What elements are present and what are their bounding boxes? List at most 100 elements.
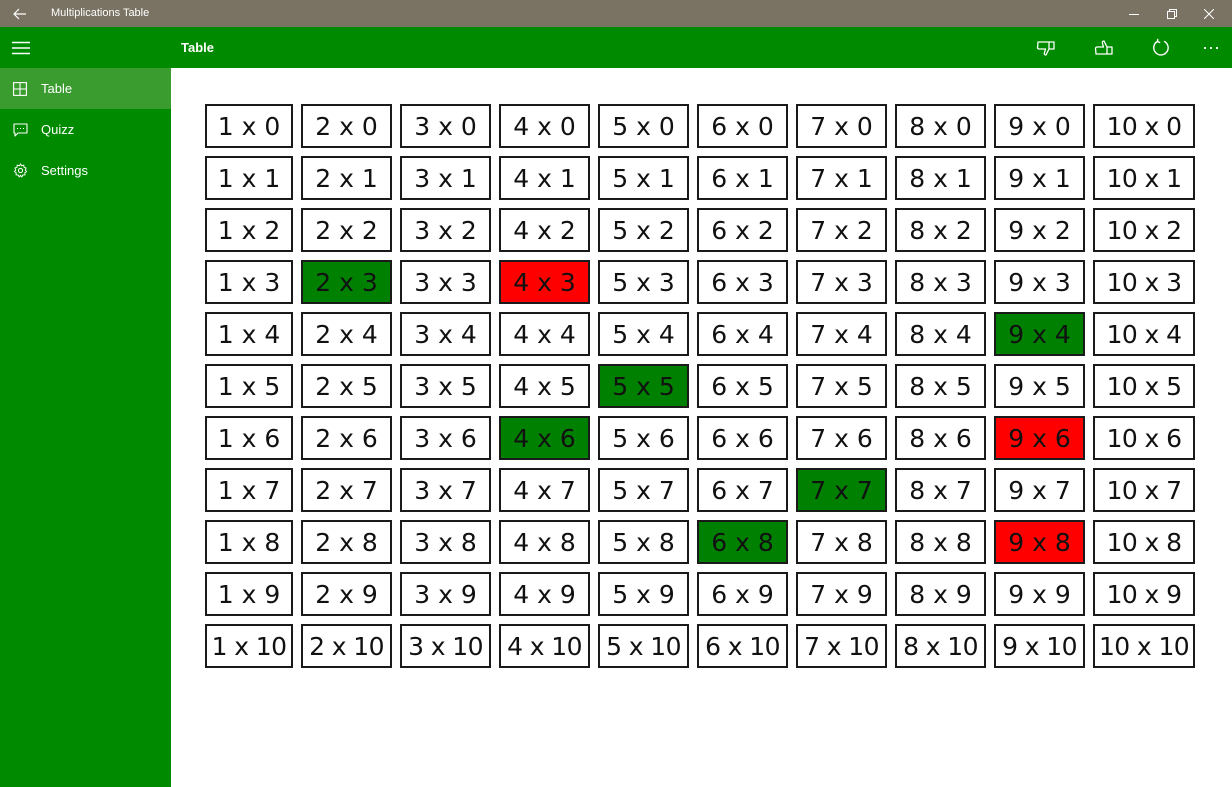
table-cell[interactable]: 6 x 0	[697, 104, 788, 148]
table-cell[interactable]: 9 x 5	[994, 364, 1085, 408]
table-cell[interactable]: 3 x 6	[400, 416, 491, 460]
table-cell[interactable]: 4 x 7	[499, 468, 590, 512]
table-cell[interactable]: 9 x 1	[994, 156, 1085, 200]
table-cell[interactable]: 10 x 8	[1093, 520, 1195, 564]
table-cell[interactable]: 8 x 6	[895, 416, 986, 460]
table-cell[interactable]: 6 x 4	[697, 312, 788, 356]
table-cell[interactable]: 9 x 2	[994, 208, 1085, 252]
table-cell[interactable]: 7 x 9	[796, 572, 887, 616]
table-cell[interactable]: 9 x 6	[994, 416, 1085, 460]
table-cell[interactable]: 2 x 2	[301, 208, 392, 252]
nav-item-quizz[interactable]: Quizz	[0, 109, 171, 150]
nav-item-settings[interactable]: Settings	[0, 150, 171, 191]
table-cell[interactable]: 10 x 10	[1093, 624, 1195, 668]
table-cell[interactable]: 2 x 5	[301, 364, 392, 408]
refresh-button[interactable]	[1141, 27, 1181, 68]
table-cell[interactable]: 3 x 1	[400, 156, 491, 200]
table-cell[interactable]: 4 x 0	[499, 104, 590, 148]
table-cell[interactable]: 3 x 10	[400, 624, 491, 668]
table-cell[interactable]: 8 x 4	[895, 312, 986, 356]
table-cell[interactable]: 4 x 8	[499, 520, 590, 564]
table-cell[interactable]: 4 x 5	[499, 364, 590, 408]
table-cell[interactable]: 5 x 7	[598, 468, 689, 512]
table-cell[interactable]: 1 x 0	[205, 104, 293, 148]
table-cell[interactable]: 2 x 9	[301, 572, 392, 616]
table-cell[interactable]: 1 x 9	[205, 572, 293, 616]
close-button[interactable]	[1186, 0, 1232, 27]
table-cell[interactable]: 3 x 7	[400, 468, 491, 512]
table-cell[interactable]: 5 x 6	[598, 416, 689, 460]
table-cell[interactable]: 3 x 0	[400, 104, 491, 148]
table-cell[interactable]: 6 x 2	[697, 208, 788, 252]
hamburger-button[interactable]	[0, 27, 41, 68]
table-cell[interactable]: 3 x 2	[400, 208, 491, 252]
table-cell[interactable]: 3 x 8	[400, 520, 491, 564]
table-cell[interactable]: 7 x 10	[796, 624, 887, 668]
table-cell[interactable]: 5 x 3	[598, 260, 689, 304]
table-cell[interactable]: 3 x 4	[400, 312, 491, 356]
table-cell[interactable]: 10 x 5	[1093, 364, 1195, 408]
thumbs-down-button[interactable]	[1026, 27, 1066, 68]
table-cell[interactable]: 9 x 4	[994, 312, 1085, 356]
table-cell[interactable]: 1 x 2	[205, 208, 293, 252]
table-cell[interactable]: 1 x 1	[205, 156, 293, 200]
table-cell[interactable]: 1 x 4	[205, 312, 293, 356]
table-cell[interactable]: 1 x 3	[205, 260, 293, 304]
table-cell[interactable]: 8 x 7	[895, 468, 986, 512]
table-cell[interactable]: 10 x 2	[1093, 208, 1195, 252]
table-cell[interactable]: 5 x 2	[598, 208, 689, 252]
table-cell[interactable]: 1 x 10	[205, 624, 293, 668]
table-cell[interactable]: 8 x 9	[895, 572, 986, 616]
table-cell[interactable]: 9 x 0	[994, 104, 1085, 148]
table-cell[interactable]: 1 x 8	[205, 520, 293, 564]
table-cell[interactable]: 9 x 3	[994, 260, 1085, 304]
table-cell[interactable]: 7 x 2	[796, 208, 887, 252]
table-cell[interactable]: 9 x 9	[994, 572, 1085, 616]
table-cell[interactable]: 10 x 4	[1093, 312, 1195, 356]
thumbs-up-button[interactable]	[1084, 27, 1124, 68]
table-cell[interactable]: 6 x 9	[697, 572, 788, 616]
table-cell[interactable]: 6 x 5	[697, 364, 788, 408]
table-cell[interactable]: 10 x 9	[1093, 572, 1195, 616]
table-cell[interactable]: 5 x 8	[598, 520, 689, 564]
table-cell[interactable]: 2 x 6	[301, 416, 392, 460]
table-cell[interactable]: 5 x 5	[598, 364, 689, 408]
table-cell[interactable]: 6 x 6	[697, 416, 788, 460]
table-cell[interactable]: 7 x 3	[796, 260, 887, 304]
table-cell[interactable]: 10 x 7	[1093, 468, 1195, 512]
more-button[interactable]	[1191, 27, 1231, 68]
table-cell[interactable]: 8 x 5	[895, 364, 986, 408]
table-cell[interactable]: 5 x 1	[598, 156, 689, 200]
table-cell[interactable]: 4 x 10	[499, 624, 590, 668]
table-cell[interactable]: 2 x 10	[301, 624, 392, 668]
table-cell[interactable]: 8 x 10	[895, 624, 986, 668]
table-cell[interactable]: 5 x 0	[598, 104, 689, 148]
table-cell[interactable]: 6 x 3	[697, 260, 788, 304]
table-cell[interactable]: 7 x 0	[796, 104, 887, 148]
table-cell[interactable]: 2 x 7	[301, 468, 392, 512]
table-cell[interactable]: 8 x 3	[895, 260, 986, 304]
table-cell[interactable]: 4 x 3	[499, 260, 590, 304]
table-cell[interactable]: 7 x 1	[796, 156, 887, 200]
table-cell[interactable]: 4 x 2	[499, 208, 590, 252]
table-cell[interactable]: 7 x 8	[796, 520, 887, 564]
table-cell[interactable]: 10 x 6	[1093, 416, 1195, 460]
table-cell[interactable]: 10 x 1	[1093, 156, 1195, 200]
table-cell[interactable]: 8 x 0	[895, 104, 986, 148]
table-cell[interactable]: 4 x 1	[499, 156, 590, 200]
table-cell[interactable]: 5 x 9	[598, 572, 689, 616]
table-cell[interactable]: 8 x 2	[895, 208, 986, 252]
table-cell[interactable]: 6 x 7	[697, 468, 788, 512]
table-cell[interactable]: 3 x 5	[400, 364, 491, 408]
table-cell[interactable]: 7 x 6	[796, 416, 887, 460]
table-cell[interactable]: 2 x 8	[301, 520, 392, 564]
table-cell[interactable]: 7 x 5	[796, 364, 887, 408]
nav-item-table[interactable]: Table	[0, 68, 171, 109]
table-cell[interactable]: 4 x 4	[499, 312, 590, 356]
table-cell[interactable]: 2 x 1	[301, 156, 392, 200]
table-cell[interactable]: 9 x 7	[994, 468, 1085, 512]
table-cell[interactable]: 2 x 0	[301, 104, 392, 148]
table-cell[interactable]: 4 x 6	[499, 416, 590, 460]
table-cell[interactable]: 5 x 10	[598, 624, 689, 668]
table-cell[interactable]: 5 x 4	[598, 312, 689, 356]
